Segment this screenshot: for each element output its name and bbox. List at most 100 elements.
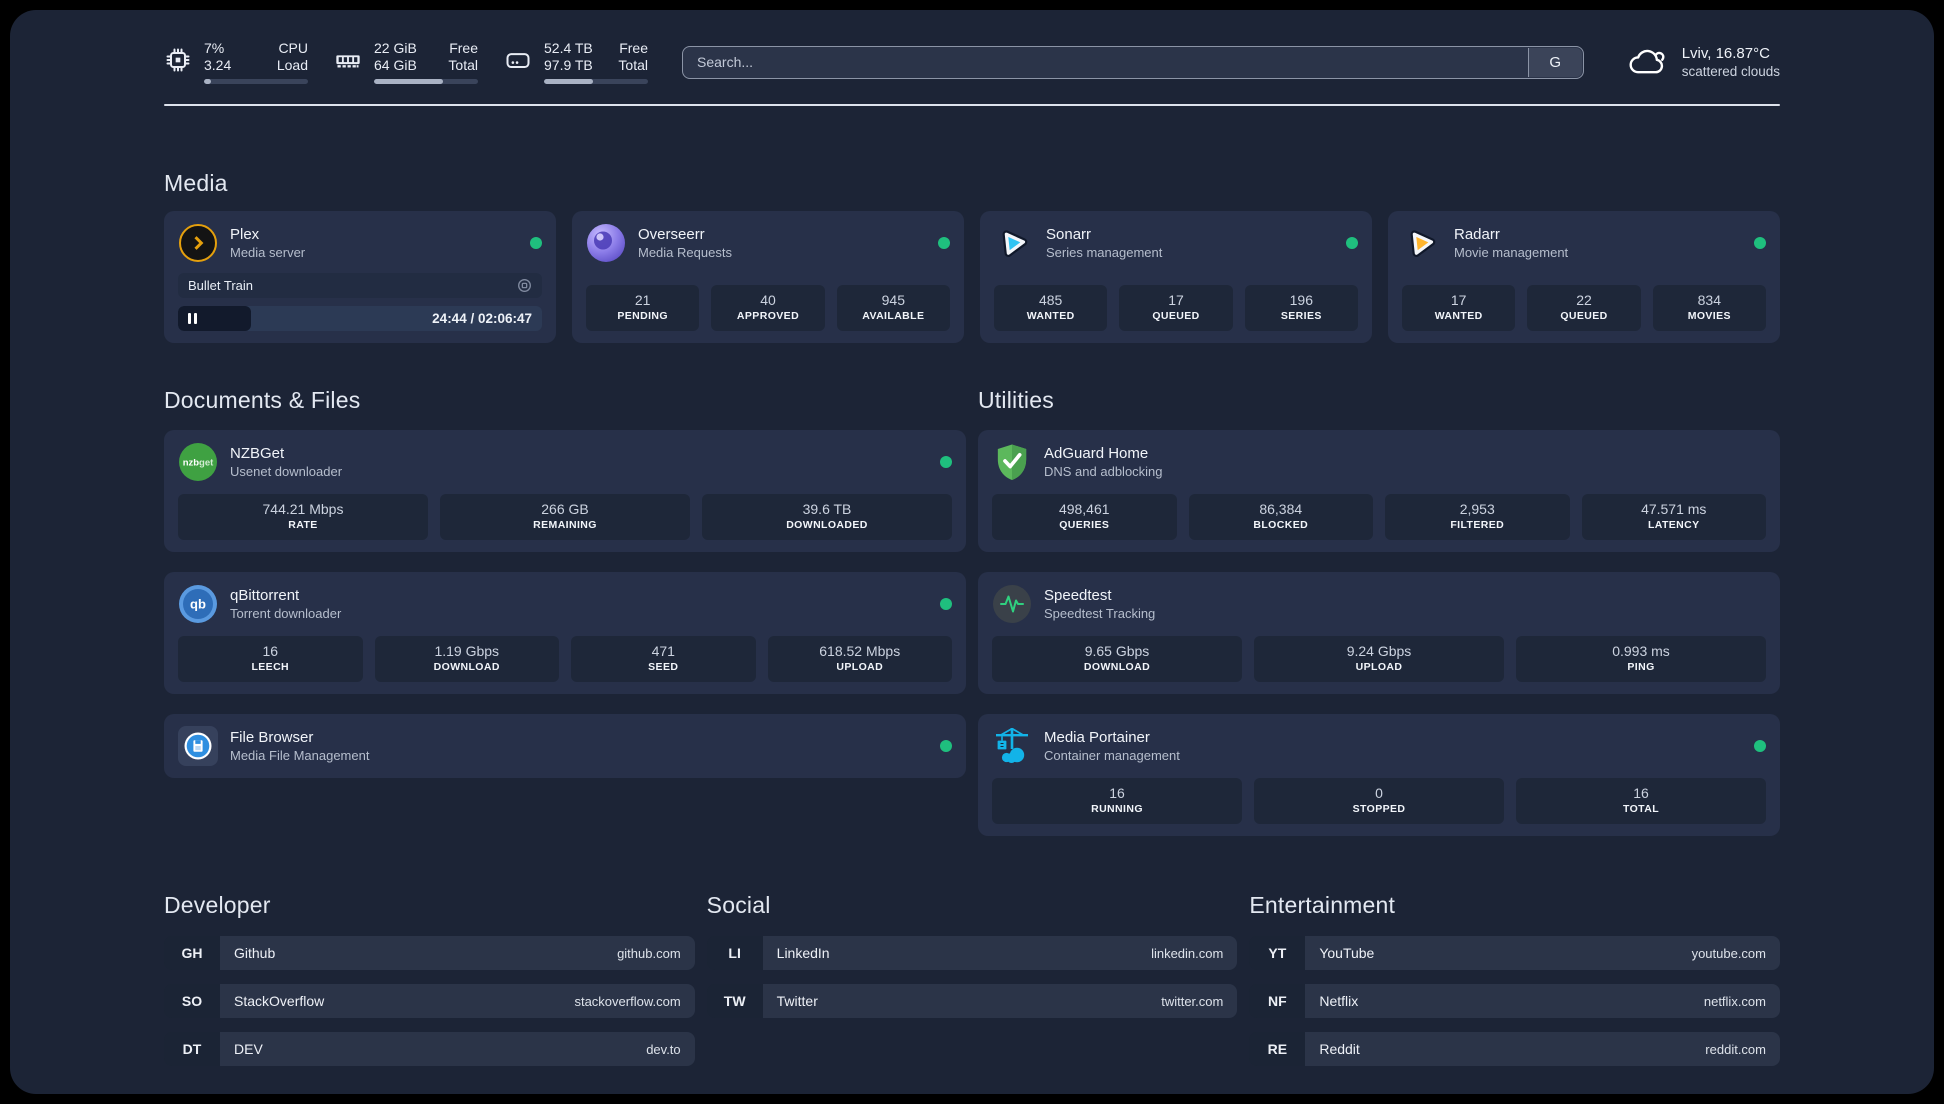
link-url: twitter.com <box>1161 993 1224 1009</box>
cpu-label: CPU <box>278 40 308 56</box>
stat-queries: 498,461 QUERIES <box>992 494 1177 540</box>
app-subtitle: Usenet downloader <box>230 464 343 479</box>
documents-column: Documents & Files nzbget NZBGet Usenet d <box>164 345 966 836</box>
link-url: github.com <box>617 945 681 961</box>
link-abbr: NF <box>1249 984 1306 1018</box>
app-title: AdGuard Home <box>1044 445 1149 462</box>
card-overseerr[interactable]: Overseerr Media Requests 21 PENDING 40 APP… <box>572 211 964 343</box>
link-abbr: YT <box>1249 936 1306 970</box>
stat-ping: 0.993 ms PING <box>1516 636 1766 682</box>
card-nzbget[interactable]: nzbget NZBGet Usenet downloader 744.21 M… <box>164 430 966 552</box>
speedtest-icon <box>992 584 1032 624</box>
link-stackoverflow[interactable]: SO StackOverflow stackoverflow.com <box>164 984 695 1018</box>
app-title: Overseerr <box>638 226 705 243</box>
cpu-stat: 7% CPU 3.24 Load <box>164 40 308 84</box>
app-title: Plex <box>230 226 260 243</box>
search-input[interactable] <box>682 45 1584 79</box>
stat-pending: 21 PENDING <box>586 285 700 331</box>
overseerr-icon <box>586 223 626 263</box>
memory-free-value: 22 GiB <box>374 40 417 56</box>
storage-stat: 52.4 TB Free 97.9 TB Total <box>504 40 648 84</box>
now-playing-title: Bullet Train <box>188 278 254 293</box>
memory-progress-bar <box>374 79 478 84</box>
card-adguard[interactable]: AdGuard Home DNS and adblocking 498,461 Q… <box>978 430 1780 552</box>
storage-progress-bar <box>544 79 648 84</box>
weather-location: Lviv, 16.87°C <box>1681 44 1770 62</box>
cpu-progress-fill <box>204 79 212 84</box>
system-stats: 7% CPU 3.24 Load 22 GiB Free 64 GiB Tota… <box>164 40 648 84</box>
status-dot <box>938 237 950 249</box>
link-name: Twitter <box>776 993 818 1009</box>
card-plex[interactable]: Plex Media server Bullet Train 24:44 / 0… <box>164 211 556 343</box>
stat-remaining: 266 GB REMAINING <box>440 494 690 540</box>
section-title-developer: Developer <box>164 892 271 918</box>
app-subtitle: Series management <box>1046 245 1163 260</box>
card-radarr[interactable]: Radarr Movie management 17 WANTED 22 QUEUE… <box>1388 211 1780 343</box>
stat-stopped: 0 STOPPED <box>1254 778 1504 824</box>
stat-leech: 16 LEECH <box>178 636 363 682</box>
storage-free-label: Free <box>619 40 648 56</box>
search-bar: G <box>682 45 1584 79</box>
stat-queued: 17 QUEUED <box>1119 285 1233 331</box>
link-abbr: LI <box>706 936 763 970</box>
stat-wanted: 17 WANTED <box>1402 285 1516 331</box>
app-subtitle: Media server <box>230 245 306 260</box>
link-name: Netflix <box>1319 993 1359 1009</box>
status-dot <box>940 740 952 752</box>
app-title: NZBGet <box>230 445 285 462</box>
search-engine-button[interactable]: G <box>1527 47 1582 77</box>
card-qbittorrent[interactable]: qb qBittorrent Torrent downloader 16 LEEC… <box>164 572 966 694</box>
memory-progress-fill <box>374 79 443 84</box>
svg-text:nzbget: nzbget <box>183 458 214 469</box>
link-youtube[interactable]: YT YouTube youtube.com <box>1249 936 1780 970</box>
stat-upload: 9.24 Gbps UPLOAD <box>1254 636 1504 682</box>
cpu-icon <box>164 46 192 74</box>
stat-series: 196 SERIES <box>1244 285 1358 331</box>
link-url: linkedin.com <box>1151 945 1224 961</box>
link-name: Reddit <box>1319 1041 1360 1057</box>
app-title: qBittorrent <box>230 587 300 604</box>
link-github[interactable]: GH Github github.com <box>164 936 695 970</box>
stat-wanted: 485 WANTED <box>994 285 1108 331</box>
link-name: StackOverflow <box>234 993 325 1009</box>
app-subtitle: Media Requests <box>638 245 732 260</box>
section-title-utilities: Utilities <box>978 387 1054 413</box>
link-reddit[interactable]: RE Reddit reddit.com <box>1249 1032 1780 1066</box>
app-title: Radarr <box>1454 226 1500 243</box>
storage-progress-fill <box>544 79 593 84</box>
ram-icon <box>334 46 362 74</box>
link-dev[interactable]: DT DEV dev.to <box>164 1032 695 1066</box>
card-filebrowser[interactable]: File Browser Media File Management <box>164 714 966 778</box>
link-abbr: SO <box>164 984 220 1018</box>
filebrowser-icon <box>178 726 218 766</box>
now-playing-row: Bullet Train <box>178 273 542 298</box>
playback-time: 24:44 / 02:06:47 <box>432 311 532 326</box>
qbittorrent-icon: qb <box>178 584 218 624</box>
link-url: netflix.com <box>1703 993 1766 1009</box>
card-speedtest[interactable]: Speedtest Speedtest Tracking 9.65 Gbps DO… <box>978 572 1780 694</box>
link-linkedin[interactable]: LI LinkedIn linkedin.com <box>706 936 1238 970</box>
status-dot <box>940 456 952 468</box>
card-sonarr[interactable]: Sonarr Series management 485 WANTED 17 QUE… <box>980 211 1372 343</box>
link-abbr: GH <box>164 936 220 970</box>
app-subtitle: Media File Management <box>230 748 370 763</box>
link-netflix[interactable]: NF Netflix netflix.com <box>1249 984 1780 1018</box>
adguard-icon <box>992 442 1032 482</box>
stat-movies: 834 MOVIES <box>1652 285 1766 331</box>
top-bar: 7% CPU 3.24 Load 22 GiB Free 64 GiB Tota… <box>164 38 1780 86</box>
nzbget-icon: nzbget <box>178 442 218 482</box>
link-twitter[interactable]: TW Twitter twitter.com <box>706 984 1238 1018</box>
now-playing-session-icon <box>517 278 532 293</box>
status-dot <box>1754 740 1766 752</box>
link-abbr: RE <box>1249 1032 1306 1066</box>
link-url: dev.to <box>646 1041 681 1057</box>
cpu-progress-bar <box>204 79 308 84</box>
app-title: Speedtest <box>1044 587 1112 604</box>
status-dot <box>530 237 542 249</box>
media-grid: Plex Media server Bullet Train 24:44 / 0… <box>164 211 1780 343</box>
load-label: Load <box>276 57 308 73</box>
card-portainer[interactable]: Media Portainer Container management 16 R… <box>978 714 1780 836</box>
weather-widget: Lviv, 16.87°C scattered clouds <box>1626 44 1780 81</box>
stat-rate: 744.21 Mbps RATE <box>178 494 428 540</box>
entertainment-links: Entertainment YT YouTube youtube.com NF N… <box>1249 844 1780 1066</box>
